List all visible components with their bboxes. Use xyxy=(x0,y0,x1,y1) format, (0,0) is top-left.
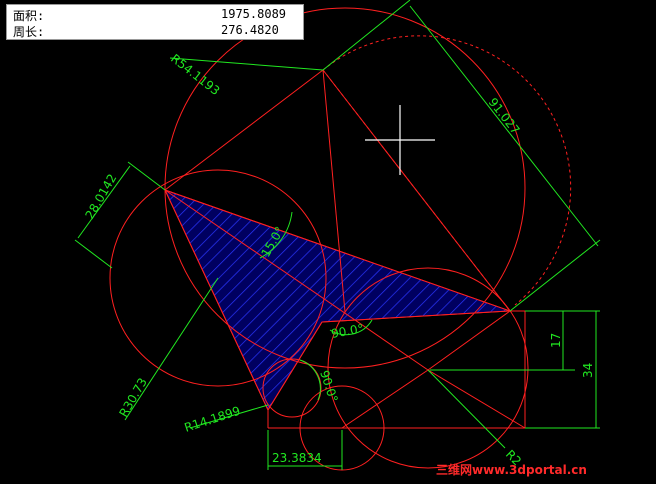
radius-label-30: R30.73 xyxy=(116,376,149,420)
crosshair-cursor-icon xyxy=(365,105,435,175)
edge-line xyxy=(164,69,324,191)
perimeter-value: 276.4820 xyxy=(221,23,279,37)
geometry-group xyxy=(109,7,572,471)
length-label-91: 91.027 xyxy=(486,95,523,137)
radius-label-14: R14.1899 xyxy=(183,404,242,435)
watermark-text: 三维网www.3dportal.cn xyxy=(436,462,587,477)
edge-line xyxy=(341,369,429,429)
radius-label-54: R54.1193 xyxy=(168,51,222,98)
length-label-34: 34 xyxy=(581,363,595,378)
cad-drawing-canvas[interactable]: R54.1193 91.027 28.0142 15.0° 90.0° 90.0… xyxy=(0,0,656,484)
area-value: 1975.8089 xyxy=(221,7,287,21)
area-label: 面积: xyxy=(13,9,45,23)
length-label-17: 17 xyxy=(549,333,563,348)
angle-label-90-center: 90.0° xyxy=(330,321,365,340)
perimeter-label: 周长: xyxy=(13,25,45,39)
length-label-28: 28.0142 xyxy=(82,172,119,222)
length-label-23: 23.3834 xyxy=(272,451,322,465)
area-row: 面积: 1975.8089 xyxy=(13,7,299,23)
drawing-svg[interactable]: R54.1193 91.027 28.0142 15.0° 90.0° 90.0… xyxy=(0,0,656,484)
measurement-info-panel: 面积: 1975.8089 周长: 276.4820 xyxy=(6,4,304,40)
perimeter-row: 周长: 276.4820 xyxy=(13,23,299,39)
